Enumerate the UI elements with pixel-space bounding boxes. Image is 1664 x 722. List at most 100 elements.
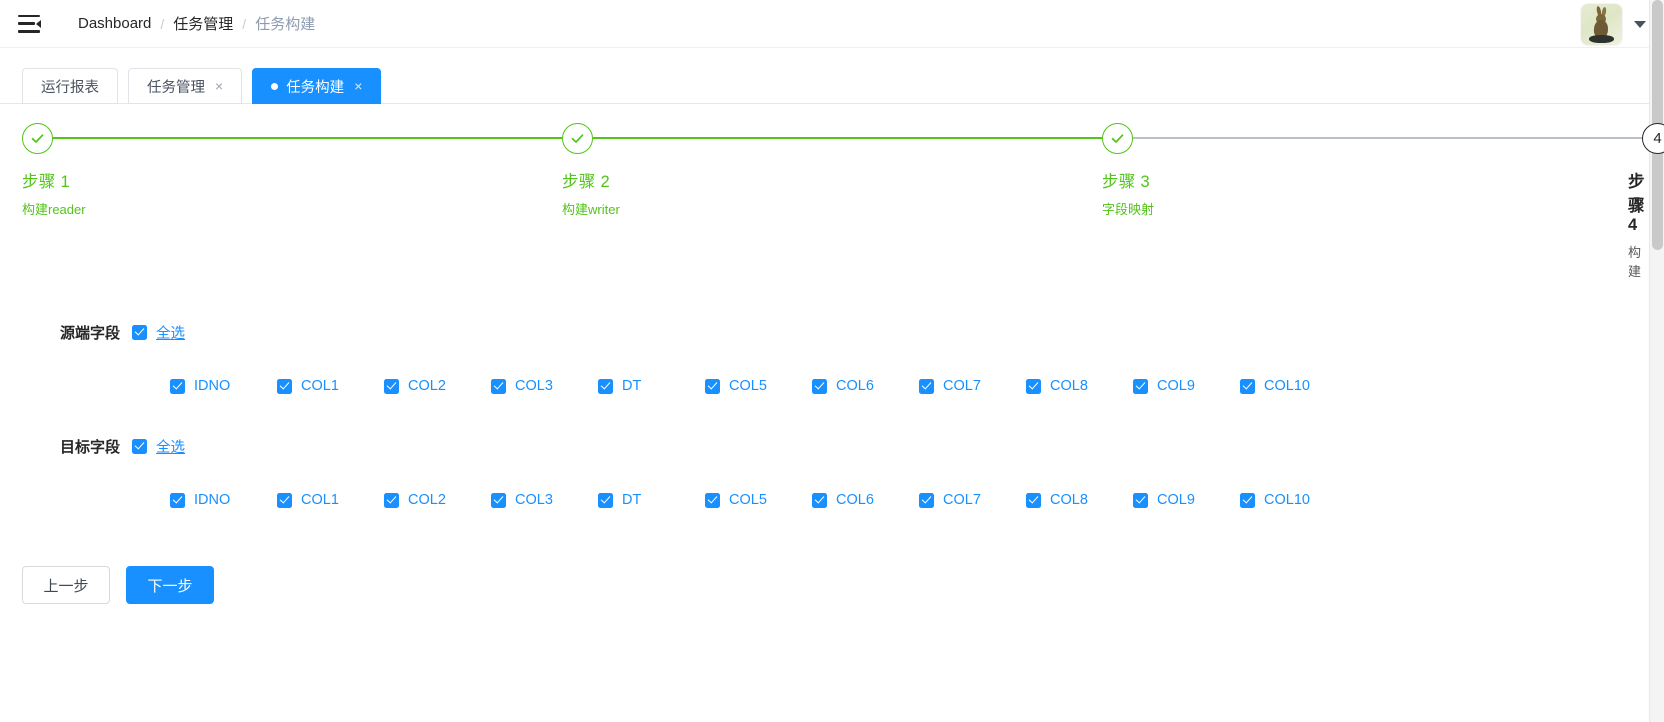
step-2-desc: 构建writer bbox=[562, 202, 620, 217]
target-column-col5[interactable]: COL5 bbox=[705, 492, 812, 508]
step-1-text: 步骤 1 构建reader bbox=[22, 168, 562, 218]
checkbox-checked-icon bbox=[491, 492, 506, 508]
spacer-target bbox=[22, 460, 1642, 492]
checkbox-checked-icon bbox=[598, 492, 613, 508]
step-4-title: 步骤 4 bbox=[1628, 173, 1645, 234]
page-scrollbar[interactable] bbox=[1649, 0, 1664, 722]
source-column-label: COL5 bbox=[729, 378, 767, 394]
target-column-label: COL1 bbox=[301, 492, 339, 508]
target-column-col1[interactable]: COL1 bbox=[277, 492, 384, 508]
checkbox-checked-icon bbox=[1133, 492, 1148, 508]
source-column-label: COL2 bbox=[408, 378, 446, 394]
tab-task-build[interactable]: 任务构建 × bbox=[252, 68, 382, 104]
target-column-label: COL9 bbox=[1157, 492, 1195, 508]
chevron-down-icon[interactable] bbox=[1634, 20, 1646, 28]
checkbox-checked-icon bbox=[919, 378, 934, 394]
step-1-title: 步骤 1 bbox=[22, 173, 70, 191]
step-2-head bbox=[562, 122, 1102, 154]
target-column-col2[interactable]: COL2 bbox=[384, 492, 491, 508]
source-column-col6[interactable]: COL6 bbox=[812, 378, 919, 394]
checkbox-checked-icon bbox=[491, 378, 506, 394]
target-column-label: COL8 bbox=[1050, 492, 1088, 508]
target-columns-row: IDNO COL1 COL2 COL3 DT COL5 COL6 COL7 CO… bbox=[22, 492, 1642, 508]
step-1[interactable]: 步骤 1 构建reader bbox=[22, 122, 562, 280]
breadcrumb-item-dashboard[interactable]: Dashboard bbox=[78, 15, 151, 32]
header-user-area bbox=[1581, 0, 1646, 48]
target-column-label: IDNO bbox=[194, 492, 231, 508]
source-column-col10[interactable]: COL10 bbox=[1240, 378, 1347, 394]
target-column-col7[interactable]: COL7 bbox=[919, 492, 1026, 508]
source-column-label: COL9 bbox=[1157, 378, 1195, 394]
source-column-label: COL3 bbox=[515, 378, 553, 394]
checkbox-checked-icon bbox=[132, 324, 147, 340]
step-2-title: 步骤 2 bbox=[562, 173, 610, 191]
target-fields-label: 目标字段 bbox=[59, 438, 120, 456]
target-column-col8[interactable]: COL8 bbox=[1026, 492, 1133, 508]
checkbox-checked-icon bbox=[170, 492, 185, 508]
tab-label: 任务构建 bbox=[286, 79, 345, 96]
checkbox-checked-icon bbox=[384, 492, 399, 508]
source-column-col2[interactable]: COL2 bbox=[384, 378, 491, 394]
source-column-col7[interactable]: COL7 bbox=[919, 378, 1026, 394]
source-column-label: COL10 bbox=[1264, 378, 1310, 394]
checkbox-checked-icon bbox=[170, 378, 185, 394]
step-1-desc: 构建reader bbox=[22, 202, 86, 217]
target-column-idno[interactable]: IDNO bbox=[170, 492, 277, 508]
collapse-arrow-icon bbox=[36, 19, 41, 28]
hamburger-collapse-icon[interactable] bbox=[18, 14, 41, 33]
step-3-text: 步骤 3 字段映射 bbox=[1102, 168, 1642, 218]
next-step-button[interactable]: 下一步 bbox=[126, 566, 214, 604]
hamburger-bar-2 bbox=[18, 22, 35, 25]
source-column-col9[interactable]: COL9 bbox=[1133, 378, 1240, 394]
target-column-label: COL10 bbox=[1264, 492, 1310, 508]
checkbox-checked-icon bbox=[812, 378, 827, 394]
target-column-label: COL5 bbox=[729, 492, 767, 508]
source-column-label: COL1 bbox=[301, 378, 339, 394]
breadcrumb-separator-1: / bbox=[160, 15, 165, 32]
spacer-between-blocks bbox=[22, 394, 1642, 432]
breadcrumb-item-task-manage[interactable]: 任务管理 bbox=[173, 13, 233, 34]
tab-active-dot-icon bbox=[271, 82, 279, 90]
target-column-dt[interactable]: DT bbox=[598, 492, 705, 508]
tab-task-manage[interactable]: 任务管理 × bbox=[128, 68, 243, 104]
source-column-col3[interactable]: COL3 bbox=[491, 378, 598, 394]
source-select-all-checkbox[interactable]: 全选 bbox=[132, 322, 185, 343]
source-column-col5[interactable]: COL5 bbox=[705, 378, 812, 394]
tab-close-icon[interactable]: × bbox=[354, 79, 362, 93]
source-column-label: COL8 bbox=[1050, 378, 1088, 394]
step-2[interactable]: 步骤 2 构建writer bbox=[562, 122, 1102, 280]
target-column-col6[interactable]: COL6 bbox=[812, 492, 919, 508]
checkbox-checked-icon bbox=[598, 378, 613, 394]
target-select-all-checkbox[interactable]: 全选 bbox=[132, 436, 185, 457]
source-fields-label: 源端字段 bbox=[59, 324, 120, 342]
step-4-desc: 构建 bbox=[1628, 245, 1642, 279]
step-3[interactable]: 步骤 3 字段映射 bbox=[1102, 122, 1642, 280]
target-column-label: DT bbox=[622, 492, 642, 508]
step-3-title: 步骤 3 bbox=[1102, 173, 1150, 191]
avatar-base bbox=[1589, 34, 1614, 43]
target-column-col9[interactable]: COL9 bbox=[1133, 492, 1240, 508]
source-column-col8[interactable]: COL8 bbox=[1026, 378, 1133, 394]
avatar[interactable] bbox=[1581, 3, 1622, 45]
target-fields-header-row: 目标字段 全选 bbox=[22, 432, 1642, 460]
breadcrumb-separator-2: / bbox=[242, 15, 247, 32]
source-column-label: COL6 bbox=[836, 378, 874, 394]
source-column-dt[interactable]: DT bbox=[598, 378, 705, 394]
step-1-head bbox=[22, 122, 562, 154]
source-column-idno[interactable]: IDNO bbox=[170, 378, 277, 394]
spacer-source bbox=[22, 346, 1642, 378]
wizard-nav-buttons: 上一步 下一步 bbox=[22, 566, 1642, 604]
breadcrumb-item-task-build: 任务构建 bbox=[255, 16, 316, 33]
source-column-label: COL7 bbox=[943, 378, 981, 394]
check-icon bbox=[22, 122, 53, 154]
target-column-col3[interactable]: COL3 bbox=[491, 492, 598, 508]
checkbox-checked-icon bbox=[384, 378, 399, 394]
target-column-col10[interactable]: COL10 bbox=[1240, 492, 1347, 508]
tab-close-icon[interactable]: × bbox=[215, 79, 223, 93]
step-3-desc: 字段映射 bbox=[1102, 202, 1155, 217]
prev-step-button[interactable]: 上一步 bbox=[22, 566, 110, 604]
check-icon bbox=[1102, 122, 1133, 154]
source-column-col1[interactable]: COL1 bbox=[277, 378, 384, 394]
source-select-all-label: 全选 bbox=[156, 325, 185, 342]
tab-run-report[interactable]: 运行报表 bbox=[22, 68, 118, 104]
